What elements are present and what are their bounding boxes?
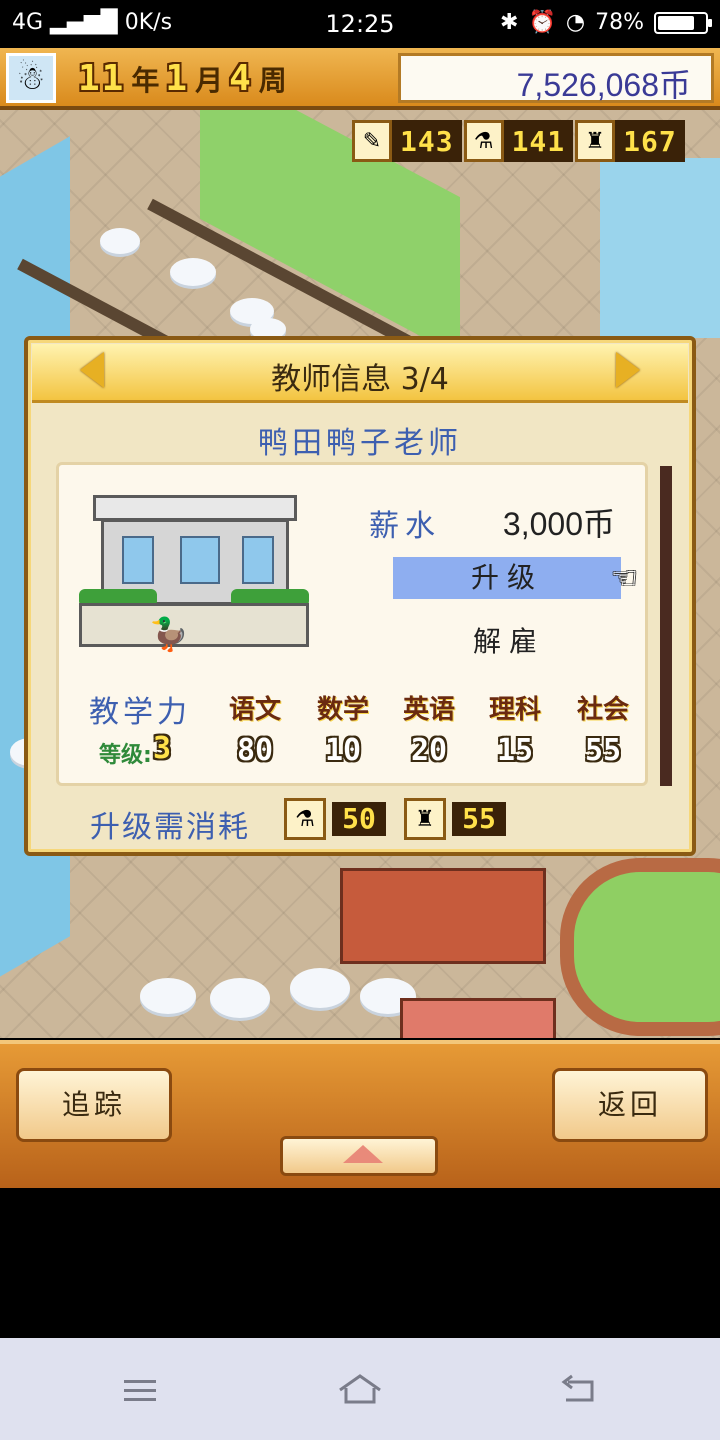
salary-label: 薪水 bbox=[369, 509, 441, 544]
window bbox=[122, 536, 154, 584]
up-arrow-icon bbox=[343, 1145, 383, 1163]
menu-line bbox=[124, 1389, 156, 1392]
resource-pencil: ✎ 143 bbox=[352, 118, 462, 164]
window bbox=[180, 536, 220, 584]
money-value: 7,526,068币 bbox=[516, 67, 691, 103]
school-building bbox=[340, 868, 546, 964]
subject-science-label: 理科 bbox=[488, 695, 541, 725]
building-base bbox=[79, 603, 309, 647]
next-arrow-icon[interactable] bbox=[616, 352, 640, 388]
expand-menu-button[interactable] bbox=[280, 1136, 438, 1176]
dialog-title: 教师信息 3/4 bbox=[271, 362, 449, 397]
sports-track bbox=[560, 858, 720, 1036]
cost-bell-value: 55 bbox=[452, 802, 506, 836]
top-info-bar: ☃ 11 年 1 月 4 周 7,526,068币 bbox=[0, 48, 720, 110]
subject-chinese-label: 语文 bbox=[228, 695, 281, 725]
menu-line bbox=[124, 1380, 156, 1383]
snow-mound bbox=[290, 968, 350, 1008]
month-value: 1 bbox=[165, 58, 190, 99]
resource-bar: ✎ 143 ⚗ 141 ♜ 167 bbox=[352, 118, 685, 164]
subject-math-value: 10 bbox=[324, 733, 362, 768]
home-icon[interactable] bbox=[330, 1368, 390, 1412]
navigation-bar bbox=[0, 1338, 720, 1440]
teacher-name: 鸭田鸭子老师 bbox=[258, 426, 462, 461]
week-value: 4 bbox=[229, 58, 253, 99]
window bbox=[242, 536, 274, 584]
year-unit: 年 bbox=[131, 64, 160, 97]
money-box: 7,526,068币 bbox=[398, 53, 714, 103]
subject-english-label: 英语 bbox=[402, 695, 455, 725]
bottom-game-bar: 追踪 返回 bbox=[0, 1040, 720, 1188]
wifi-icon: ◔ bbox=[565, 10, 586, 35]
game-date: 11 年 1 月 4 周 bbox=[78, 58, 287, 99]
salary-value: 3,000币 bbox=[502, 506, 615, 542]
duck-icon: 🦆 bbox=[149, 615, 189, 653]
pointing-hand-icon: ☜ bbox=[611, 561, 638, 596]
teacher-detail-panel: 🦆 薪水 3,000币 升级 ☜ 解雇 教学力 等级: 3 语文 数学 英语 理… bbox=[56, 462, 648, 786]
month-unit: 月 bbox=[195, 64, 224, 97]
snow-mound bbox=[140, 978, 196, 1014]
snow-mound bbox=[210, 978, 270, 1018]
back-button[interactable]: 返回 bbox=[552, 1068, 708, 1142]
resource-value: 141 bbox=[503, 120, 574, 162]
week-unit: 周 bbox=[258, 64, 287, 97]
teacher-info-dialog: 教师信息 3/4 鸭田鸭子老师 🦆 薪水 3,000币 升级 ☜ 解雇 教学力 … bbox=[24, 336, 696, 856]
cost-flask-value: 50 bbox=[332, 802, 386, 836]
snow-mound bbox=[170, 258, 216, 286]
upgrade-button[interactable]: 升级 bbox=[393, 557, 621, 599]
year-value: 11 bbox=[78, 58, 126, 99]
building-roof bbox=[93, 495, 297, 521]
fire-button[interactable]: 解雇 bbox=[429, 619, 589, 661]
battery-percent: 78% bbox=[595, 10, 644, 35]
subject-chinese-value: 80 bbox=[236, 733, 274, 768]
snowman-icon[interactable]: ☃ bbox=[6, 53, 56, 103]
track-button[interactable]: 追踪 bbox=[16, 1068, 172, 1142]
bell-icon: ♜ bbox=[575, 120, 616, 162]
school-building bbox=[400, 998, 556, 1038]
pencil-icon: ✎ bbox=[352, 120, 392, 162]
flask-icon: ⚗ bbox=[463, 120, 504, 162]
level-label: 等级: bbox=[99, 743, 152, 768]
upgrade-cost-label: 升级需消耗 bbox=[90, 810, 250, 845]
home-icon-svg bbox=[339, 1374, 381, 1404]
bell-icon: ♜ bbox=[404, 798, 446, 840]
bluetooth-icon: ✱ bbox=[500, 10, 519, 35]
resource-bell: ♜ 167 bbox=[575, 118, 685, 164]
resource-value: 143 bbox=[392, 120, 462, 162]
battery-fill bbox=[658, 15, 694, 30]
empty-area bbox=[0, 1188, 720, 1338]
battery-icon bbox=[654, 11, 712, 34]
subject-social-value: 55 bbox=[584, 733, 622, 768]
resource-flask: ⚗ 141 bbox=[463, 118, 574, 164]
back-icon-svg bbox=[561, 1374, 594, 1402]
building-image: 🦆 bbox=[79, 495, 309, 655]
pond bbox=[600, 158, 720, 338]
subject-science-value: 15 bbox=[496, 733, 534, 768]
status-right: ✱ ⏰ ◔ 78% bbox=[500, 10, 712, 35]
back-nav-icon[interactable] bbox=[550, 1368, 610, 1412]
snow-mound bbox=[100, 228, 140, 254]
teaching-power-label: 教学力 bbox=[89, 695, 191, 730]
subject-social-label: 社会 bbox=[576, 695, 629, 725]
scrollbar[interactable] bbox=[660, 466, 672, 786]
status-bar: 4G ▂▄▆█ 0K/s 12:25 ✱ ⏰ ◔ 78% bbox=[0, 0, 720, 48]
menu-line bbox=[124, 1398, 156, 1401]
flask-icon: ⚗ bbox=[284, 798, 326, 840]
resource-value: 167 bbox=[615, 120, 685, 162]
subject-english-value: 20 bbox=[410, 733, 448, 768]
dialog-header: 教师信息 3/4 bbox=[32, 344, 688, 403]
subject-math-label: 数学 bbox=[316, 695, 369, 725]
menu-icon[interactable] bbox=[110, 1368, 170, 1412]
alarm-icon: ⏰ bbox=[528, 10, 556, 35]
level-value: 3 bbox=[153, 731, 172, 766]
